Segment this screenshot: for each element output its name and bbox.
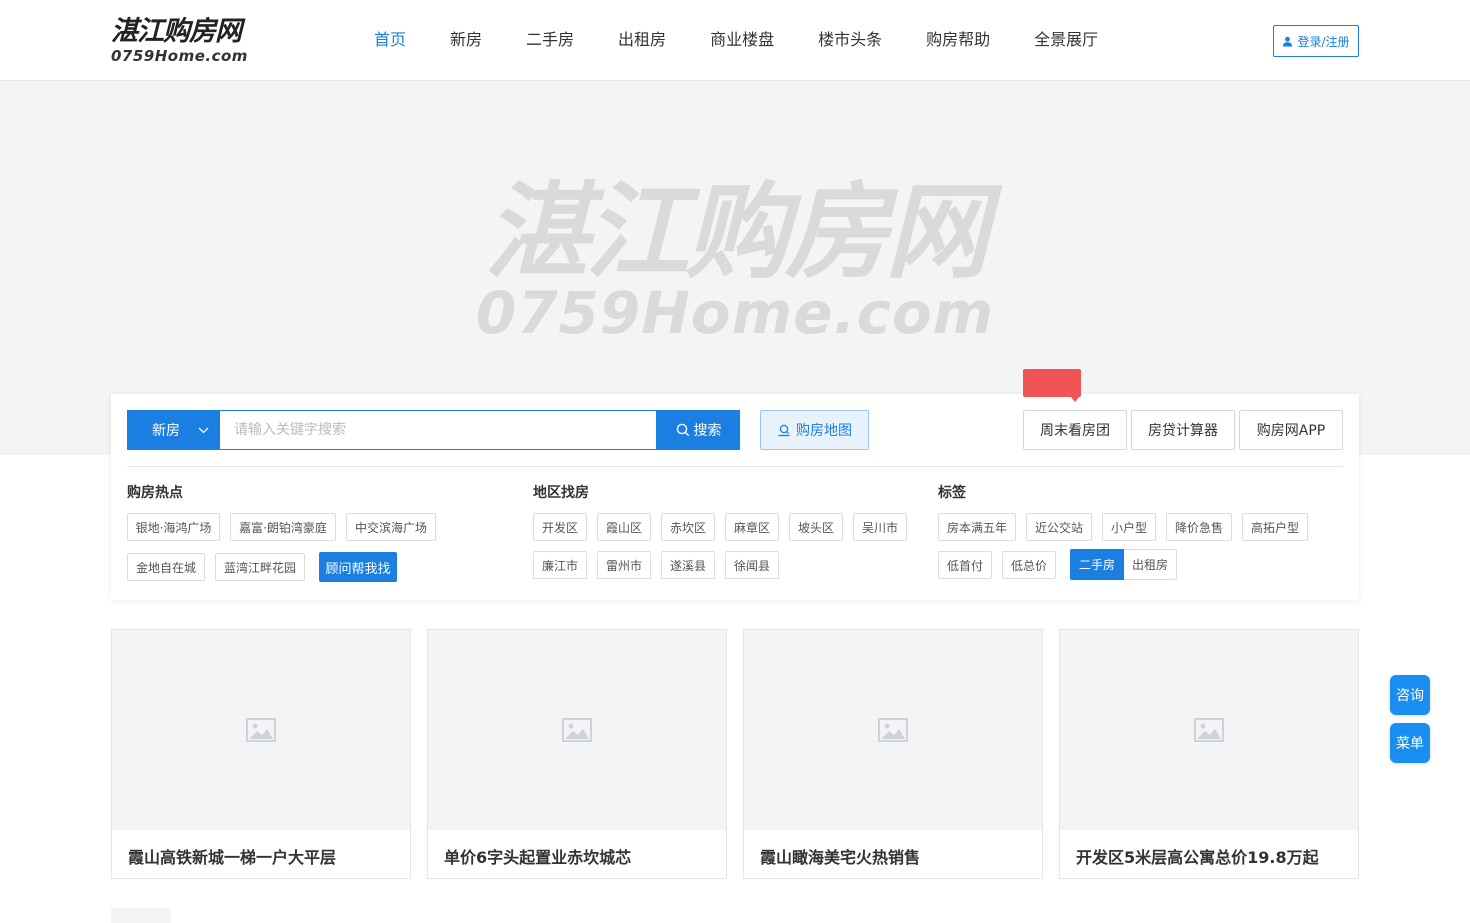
- next-section-stub: [111, 908, 171, 923]
- label-tag[interactable]: 低总价: [1002, 551, 1056, 579]
- label-tag[interactable]: 房本满五年: [938, 513, 1016, 541]
- nav-item-new-house[interactable]: 新房: [428, 0, 504, 80]
- image-placeholder-icon: [246, 718, 276, 742]
- search-type-label: 新房: [152, 423, 180, 439]
- card-title: 霞山高铁新城一梯一户大平层: [128, 848, 337, 867]
- search-icon: [676, 423, 689, 437]
- promo-card[interactable]: 开发区5米层高公寓总价19.8万起: [1059, 629, 1359, 879]
- nav-item-second-hand[interactable]: 二手房: [504, 0, 596, 80]
- banner-watermark-en: 0759Home.com: [475, 279, 995, 347]
- region-tag[interactable]: 开发区: [533, 513, 587, 541]
- search-divider: [127, 466, 1343, 467]
- main-nav: 首页 新房 二手房 出租房 商业楼盘 楼市头条 购房帮助 全景展厅: [352, 0, 1120, 80]
- consult-float-button[interactable]: 咨询: [1390, 675, 1430, 715]
- promo-cards: 霞山高铁新城一梯一户大平层 单价6字头起置业赤坎城芯 霞山瞰海美宅火热销售 开发…: [111, 629, 1359, 879]
- image-placeholder-icon: [1194, 718, 1224, 742]
- nav-item-help[interactable]: 购房帮助: [904, 0, 1012, 80]
- hot-tag[interactable]: 中交滨海广场: [346, 513, 436, 541]
- region-tag[interactable]: 徐闻县: [725, 551, 779, 579]
- nav-item-rental[interactable]: 出租房: [596, 0, 688, 80]
- toggle-second-hand[interactable]: 二手房: [1070, 549, 1124, 580]
- card-image-placeholder: [1060, 630, 1358, 830]
- site-header: 湛江购房网 0759Home.com 首页 新房 二手房 出租房 商业楼盘 楼市…: [0, 0, 1470, 81]
- search-panel: 新房 搜索 购房地图 周末看房团 房贷计算器 购房网APP 购房热点 银地·海鸿…: [111, 369, 1359, 600]
- logo-text-cn: 湛江购房网: [111, 16, 242, 47]
- map-search-icon: [778, 424, 790, 437]
- nav-item-panorama[interactable]: 全景展厅: [1012, 0, 1120, 80]
- label-tag[interactable]: 高拓户型: [1242, 513, 1308, 541]
- image-placeholder-icon: [878, 718, 908, 742]
- logo-text-en: 0759Home.com: [111, 47, 248, 65]
- house-map-button[interactable]: 购房地图: [760, 410, 869, 450]
- region-tag[interactable]: 遂溪县: [661, 551, 715, 579]
- card-image-placeholder: [112, 630, 410, 830]
- label-tag[interactable]: 小户型: [1102, 513, 1156, 541]
- site-logo[interactable]: 湛江购房网 0759Home.com: [111, 16, 261, 66]
- region-tag[interactable]: 赤坎区: [661, 513, 715, 541]
- banner-watermark-cn: 湛江购房网: [484, 171, 989, 293]
- hot-tag[interactable]: 嘉富·朗铂湾豪庭: [230, 513, 336, 541]
- region-tag[interactable]: 坡头区: [789, 513, 843, 541]
- region-tag[interactable]: 吴川市: [853, 513, 907, 541]
- card-image-placeholder: [428, 630, 726, 830]
- hot-spots-title: 购房热点: [127, 485, 183, 501]
- card-image-placeholder: [744, 630, 1042, 830]
- region-tag[interactable]: 霞山区: [597, 513, 651, 541]
- region-title: 地区找房: [533, 485, 589, 501]
- hot-tag[interactable]: 蓝湾江畔花园: [215, 553, 305, 581]
- mortgage-calculator-button[interactable]: 房贷计算器: [1131, 410, 1235, 450]
- promo-card[interactable]: 霞山高铁新城一梯一户大平层: [111, 629, 411, 879]
- region-tag[interactable]: 雷州市: [597, 551, 651, 579]
- nav-item-news[interactable]: 楼市头条: [796, 0, 904, 80]
- user-icon: [1283, 36, 1293, 47]
- hot-tag[interactable]: 金地自在城: [127, 553, 205, 581]
- promo-card[interactable]: 单价6字头起置业赤坎城芯: [427, 629, 727, 879]
- menu-float-button[interactable]: 菜单: [1390, 723, 1430, 763]
- region-tag[interactable]: 廉江市: [533, 551, 587, 579]
- label-tag[interactable]: 降价急售: [1166, 513, 1232, 541]
- house-map-label: 购房地图: [796, 423, 852, 439]
- image-placeholder-icon: [562, 718, 592, 742]
- search-button[interactable]: 搜索: [657, 410, 740, 450]
- nav-item-home[interactable]: 首页: [352, 0, 428, 80]
- chevron-down-icon: [198, 427, 209, 433]
- app-download-button[interactable]: 购房网APP: [1239, 410, 1343, 450]
- search-type-select[interactable]: 新房: [127, 410, 219, 450]
- advisor-help-button[interactable]: 顾问帮我找: [319, 552, 397, 582]
- promo-card[interactable]: 霞山瞰海美宅火热销售: [743, 629, 1043, 879]
- toggle-rental[interactable]: 出租房: [1124, 549, 1177, 580]
- region-tag[interactable]: 麻章区: [725, 513, 779, 541]
- card-title: 开发区5米层高公寓总价19.8万起: [1076, 848, 1319, 867]
- labels-title: 标签: [938, 485, 966, 501]
- search-button-label: 搜索: [693, 422, 722, 438]
- card-title: 霞山瞰海美宅火热销售: [760, 848, 921, 867]
- login-register-label: 登录/注册: [1297, 34, 1350, 49]
- label-tag[interactable]: 近公交站: [1026, 513, 1092, 541]
- promo-badge: [1023, 369, 1081, 402]
- weekend-tour-button[interactable]: 周末看房团: [1023, 410, 1127, 450]
- login-register-button[interactable]: 登录/注册: [1273, 25, 1359, 57]
- nav-item-commercial[interactable]: 商业楼盘: [688, 0, 796, 80]
- hot-tag[interactable]: 银地·海鸿广场: [127, 513, 220, 541]
- card-title: 单价6字头起置业赤坎城芯: [444, 848, 632, 867]
- search-input[interactable]: [219, 410, 657, 450]
- label-tag[interactable]: 低首付: [938, 551, 992, 579]
